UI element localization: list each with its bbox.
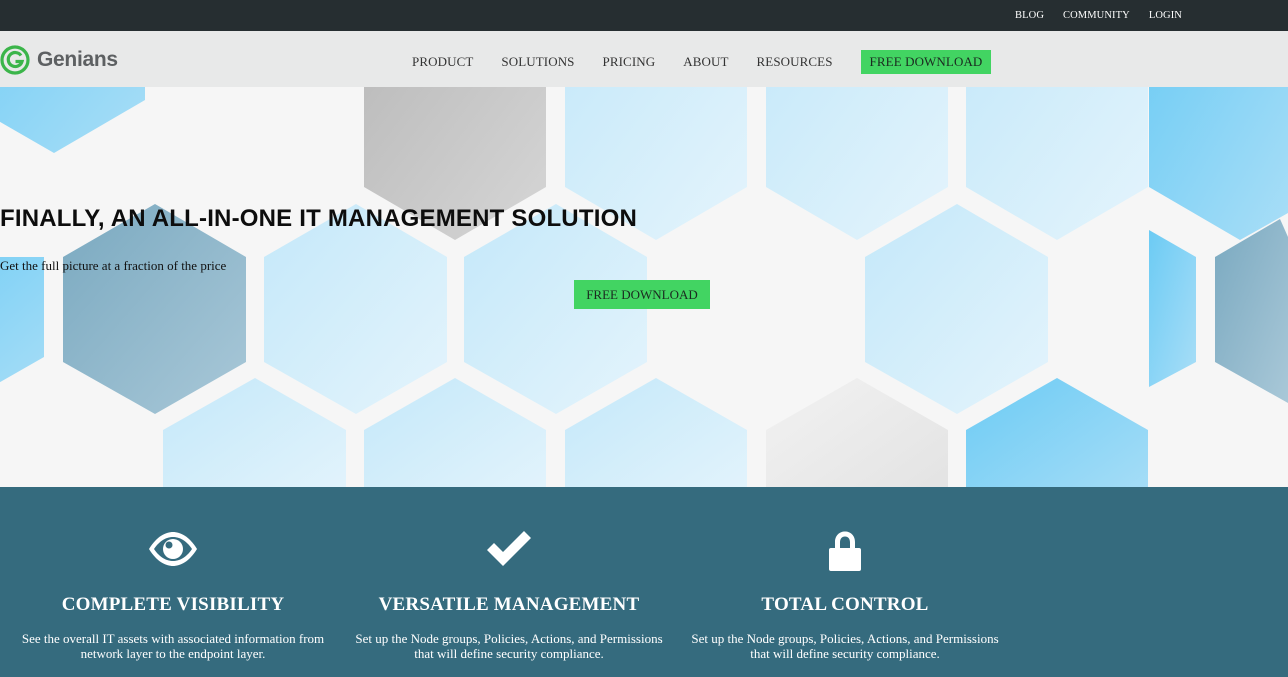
feature-description-line: Set up the Node groups, Policies, Action… bbox=[691, 631, 999, 646]
feature-title: VERSATILE MANAGEMENT bbox=[378, 594, 640, 615]
blog-link[interactable]: BLOG bbox=[1015, 10, 1044, 21]
checkmark-icon bbox=[487, 531, 531, 566]
brand-logo[interactable]: Genians bbox=[0, 45, 118, 75]
nav-item-product[interactable]: PRODUCT bbox=[412, 54, 473, 70]
brand-name: Genians bbox=[37, 48, 118, 71]
hero-section: FINALLY, AN ALL-IN-ONE IT MANAGEMENT SOL… bbox=[0, 87, 1288, 487]
feature-description: Set up the Node groups, Policies, Action… bbox=[677, 631, 1013, 661]
hero-title: FINALLY, AN ALL-IN-ONE IT MANAGEMENT SOL… bbox=[0, 205, 637, 232]
top-utility-bar: BLOG COMMUNITY LOGIN bbox=[0, 0, 1288, 31]
nav-item-resources[interactable]: RESOURCES bbox=[757, 54, 833, 70]
feature-description: Set up the Node groups, Policies, Action… bbox=[341, 631, 677, 661]
nav-free-download-button[interactable]: FREE DOWNLOAD bbox=[860, 50, 992, 74]
feature-title: COMPLETE VISIBILITY bbox=[61, 594, 285, 615]
nav-menu: PRODUCT SOLUTIONS PRICING ABOUT RESOURCE… bbox=[412, 50, 992, 74]
eye-icon bbox=[149, 532, 197, 566]
nav-item-pricing[interactable]: PRICING bbox=[603, 54, 656, 70]
hero-subtitle: Get the full picture at a fraction of th… bbox=[0, 258, 227, 273]
feature-description-line: Set up the Node groups, Policies, Action… bbox=[355, 631, 663, 646]
utility-links: BLOG COMMUNITY LOGIN bbox=[996, 0, 1182, 31]
features-section: COMPLETE VISIBILITY See the overall IT a… bbox=[0, 487, 1288, 677]
feature-description: See the overall IT assets with associate… bbox=[5, 631, 341, 661]
main-navbar: Genians PRODUCT SOLUTIONS PRICING ABOUT … bbox=[0, 31, 1288, 87]
community-link[interactable]: COMMUNITY bbox=[1063, 10, 1130, 21]
hero-free-download-button[interactable]: FREE DOWNLOAD bbox=[574, 280, 710, 309]
login-link[interactable]: LOGIN bbox=[1149, 10, 1182, 21]
feature-description-line: network layer to the endpoint layer. bbox=[80, 646, 266, 661]
genians-logo-icon bbox=[0, 45, 30, 75]
lock-icon bbox=[829, 531, 861, 571]
nav-item-solutions[interactable]: SOLUTIONS bbox=[501, 54, 574, 70]
feature-title: TOTAL CONTROL bbox=[761, 594, 929, 615]
feature-description-line: that will define security compliance. bbox=[750, 646, 940, 661]
feature-description-line: that will define security compliance. bbox=[414, 646, 604, 661]
nav-item-about[interactable]: ABOUT bbox=[683, 54, 728, 70]
feature-description-line: See the overall IT assets with associate… bbox=[21, 631, 325, 646]
